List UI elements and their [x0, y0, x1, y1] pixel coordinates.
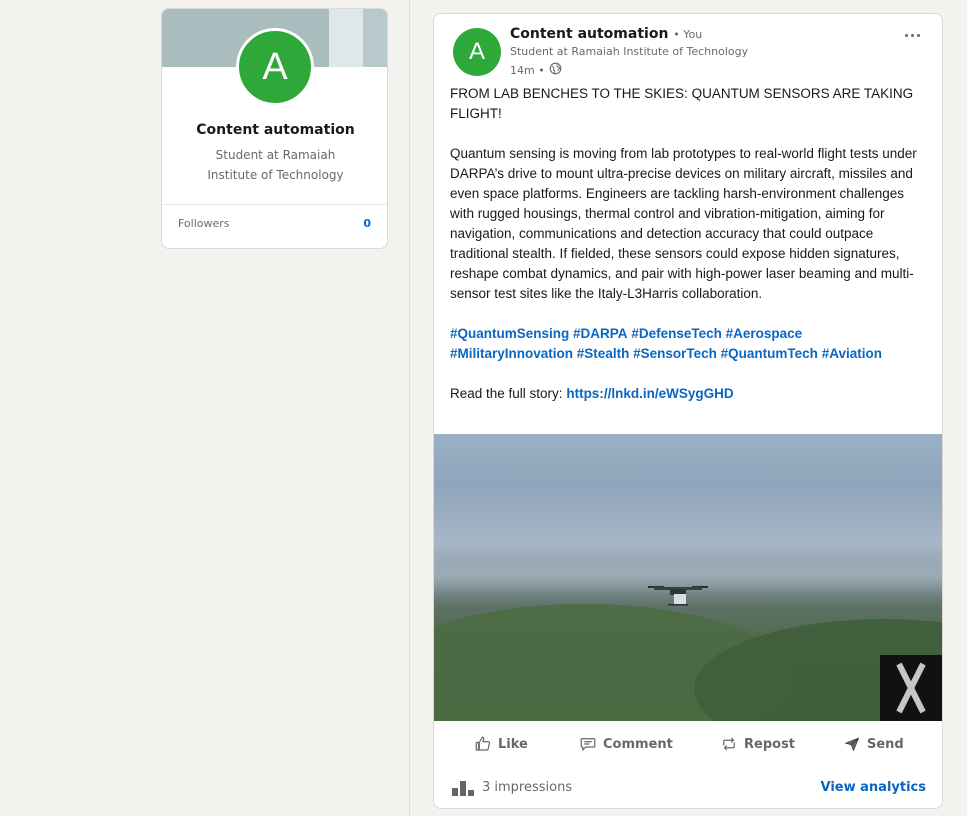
- more-options-icon[interactable]: [900, 26, 924, 44]
- hashtag[interactable]: #DefenseTech: [631, 326, 722, 341]
- profile-name[interactable]: Content automation: [162, 122, 387, 138]
- post-title: FROM LAB BENCHES TO THE SKIES: QUANTUM S…: [450, 86, 914, 121]
- author-name[interactable]: Content automation • You: [510, 26, 702, 42]
- hashtag[interactable]: #QuantumSensing: [450, 326, 569, 341]
- comment-icon: [580, 738, 596, 751]
- post-text: FROM LAB BENCHES TO THE SKIES: QUANTUM S…: [450, 84, 928, 404]
- send-label: Send: [867, 736, 904, 752]
- comment-label: Comment: [603, 736, 673, 752]
- hashtag[interactable]: #MilitaryInnovation: [450, 346, 573, 361]
- repost-label: Repost: [744, 736, 796, 752]
- drone-image: [648, 586, 708, 606]
- view-analytics-link[interactable]: View analytics: [821, 780, 927, 795]
- profile-headline: Student at Ramaiah Institute of Technolo…: [207, 148, 344, 182]
- hashtag[interactable]: #Aviation: [822, 346, 882, 361]
- post-body: Quantum sensing is moving from lab proto…: [450, 146, 917, 301]
- send-icon: [844, 737, 860, 752]
- hashtag[interactable]: #Aerospace: [726, 326, 803, 341]
- author-headline: Student at Ramaiah Institute of Technolo…: [510, 45, 749, 58]
- post-card: A Content automation • You Student at Ra…: [433, 13, 943, 809]
- followers-count[interactable]: 0: [363, 217, 371, 230]
- globe-icon: [549, 62, 562, 78]
- like-label: Like: [498, 736, 528, 752]
- author-badge: • You: [673, 28, 703, 41]
- impressions[interactable]: 3 impressions: [452, 778, 572, 796]
- like-button[interactable]: Like: [474, 726, 528, 762]
- hashtag[interactable]: #QuantumTech: [721, 346, 818, 361]
- like-icon: [475, 736, 491, 751]
- profile-card: A Content automation Student at Ramaiah …: [161, 8, 388, 249]
- read-more-label: Read the full story:: [450, 386, 563, 401]
- profile-avatar[interactable]: A: [236, 28, 314, 106]
- author-name-text[interactable]: Content automation: [510, 26, 668, 42]
- post-footer: 3 impressions View analytics: [434, 770, 942, 806]
- post-time: 14m •: [510, 63, 545, 77]
- post-video[interactable]: [434, 434, 942, 721]
- followers-label[interactable]: Followers: [178, 217, 230, 230]
- author-avatar[interactable]: A: [453, 28, 501, 76]
- hashtag[interactable]: #DARPA: [573, 326, 628, 341]
- hashtag[interactable]: #SensorTech: [633, 346, 717, 361]
- post-hashtags: #QuantumSensing #DARPA #DefenseTech #Aer…: [450, 324, 928, 364]
- profile-divider: [162, 204, 387, 205]
- repost-button[interactable]: Repost: [720, 726, 795, 762]
- video-thumbnail[interactable]: [880, 655, 942, 721]
- send-button[interactable]: Send: [843, 726, 904, 762]
- article-link[interactable]: https://lnkd.in/eWSygGHD: [566, 386, 733, 401]
- column-divider: [409, 0, 410, 816]
- impressions-label: 3 impressions: [482, 779, 573, 795]
- hashtag[interactable]: #Stealth: [577, 346, 630, 361]
- repost-icon: [723, 737, 735, 751]
- read-more-line: Read the full story: https://lnkd.in/eWS…: [450, 384, 928, 404]
- comment-button[interactable]: Comment: [579, 726, 673, 762]
- post-meta: 14m •: [510, 62, 562, 78]
- analytics-bar-icon: [452, 781, 474, 796]
- post-actions: Like Comment Repost Send: [434, 726, 942, 762]
